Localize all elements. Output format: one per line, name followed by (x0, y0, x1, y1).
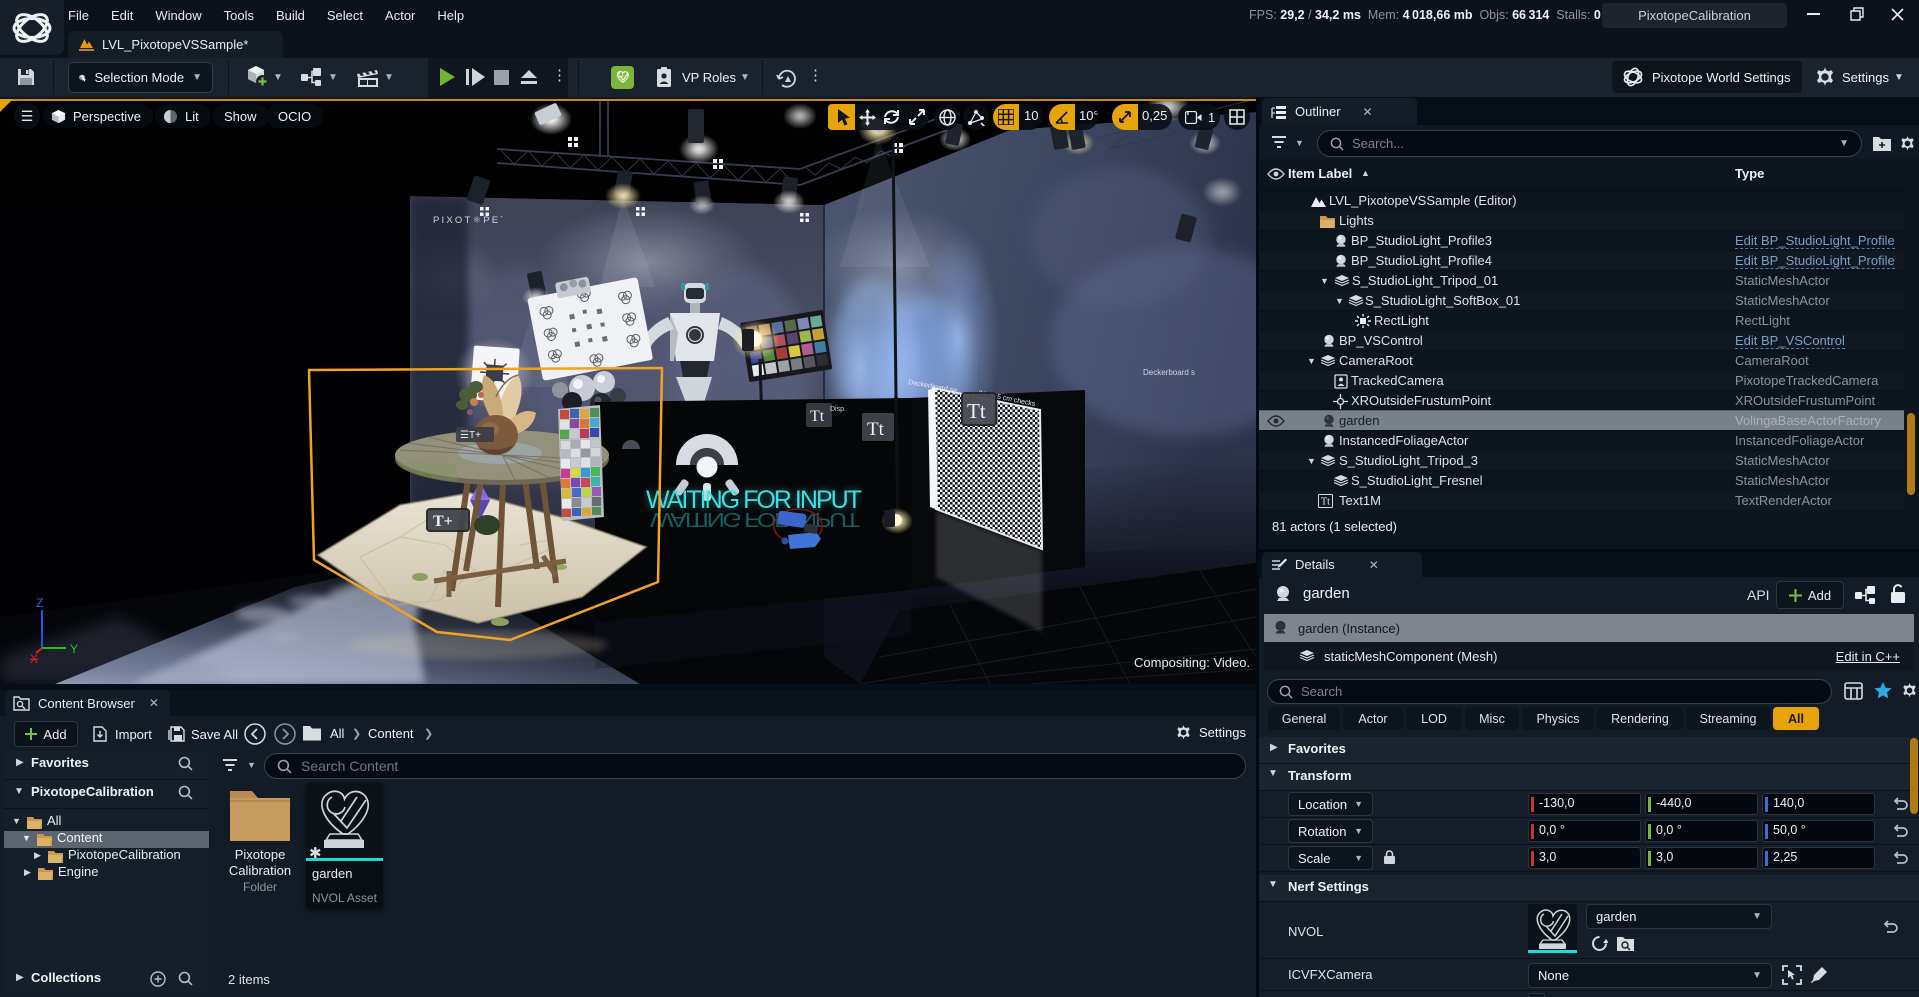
svg-text:☰T+: ☰T+ (460, 430, 481, 441)
svg-text:WAITING FOR INPUT: WAITING FOR INPUT (650, 508, 860, 530)
svg-text:Tt: Tt (1321, 497, 1330, 508)
svg-text:Z: Z (36, 596, 43, 610)
svg-text:Tt: Tt (810, 408, 825, 425)
svg-text:Tt: Tt (867, 419, 885, 440)
svg-text:PIXOT⚛PE´: PIXOT⚛PE´ (433, 215, 506, 226)
svg-text:Tt: Tt (967, 399, 986, 423)
svg-text:X: X (30, 652, 38, 666)
svg-text:Deckerboard s: Deckerboard s (1143, 368, 1195, 377)
svg-text:Y: Y (70, 642, 78, 656)
svg-text:T+: T+ (433, 513, 453, 530)
svg-text:Disp.: Disp. (830, 406, 846, 413)
